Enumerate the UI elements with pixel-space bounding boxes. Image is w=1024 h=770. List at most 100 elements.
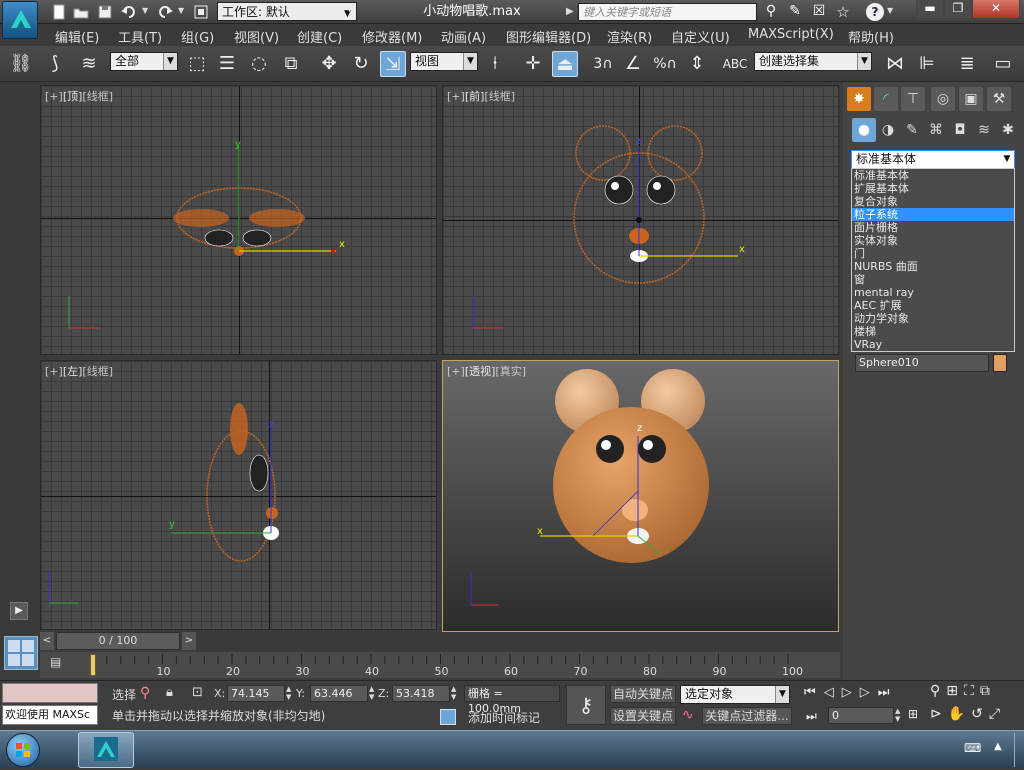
menu-maxscript[interactable]: MAXScript(X): [748, 27, 834, 42]
current-frame-field[interactable]: 0: [828, 707, 894, 724]
save-icon[interactable]: [96, 3, 114, 21]
viewport-label[interactable]: [+][左][线框]: [45, 363, 113, 379]
time-tag-icon[interactable]: [440, 709, 456, 725]
vp-plus[interactable]: [+]: [45, 90, 63, 103]
maximize-viewport-icon[interactable]: ⤢: [989, 706, 1006, 722]
scale-icon[interactable]: ⇲: [380, 51, 406, 77]
exchange-icon[interactable]: ☒: [810, 3, 828, 21]
menu-modifiers[interactable]: 修改器(M): [362, 27, 422, 46]
cameras-category-icon[interactable]: ⌘: [924, 118, 948, 142]
redo-icon[interactable]: [156, 3, 174, 21]
snaps-toggle-icon[interactable]: 3∩: [590, 51, 616, 77]
menu-tools[interactable]: 工具(T): [118, 27, 162, 46]
maxscript-mini-listener[interactable]: 欢迎使用 MAXSc: [2, 705, 98, 725]
help-dropdown-icon[interactable]: ▼: [887, 6, 893, 15]
expand-panel-icon[interactable]: ▶: [10, 602, 28, 620]
shapes-category-icon[interactable]: ◑: [876, 118, 900, 142]
menu-create[interactable]: 创建(C): [297, 27, 342, 46]
play-icon[interactable]: ▷: [842, 685, 860, 700]
auto-key-button[interactable]: 自动关键点: [610, 685, 676, 703]
category-option[interactable]: VRay: [852, 338, 1014, 351]
expand-arrow-icon[interactable]: ▶: [566, 6, 574, 17]
time-slider[interactable]: < 0 / 100 >: [40, 632, 840, 650]
goto-end-icon[interactable]: ⏭: [878, 685, 898, 700]
category-option[interactable]: mental ray: [852, 286, 1014, 299]
taskbar-3dsmax-button[interactable]: [78, 732, 134, 768]
zoom-extents-all-icon[interactable]: ⧉: [980, 683, 996, 699]
utilities-tab-icon[interactable]: ⚒: [987, 87, 1011, 111]
viewport-perspective[interactable]: [+][透视][真实] x z: [442, 360, 839, 632]
object-color-swatch[interactable]: [993, 354, 1007, 372]
next-frame-arrow-icon[interactable]: >: [182, 632, 196, 650]
workspace-dropdown[interactable]: 工作区: 默认 ▼: [217, 2, 357, 21]
frame-spinner-icon[interactable]: ▲ ▼: [895, 707, 900, 723]
category-option[interactable]: 粒子系统: [852, 208, 1014, 221]
angle-snap-icon[interactable]: ∠: [620, 51, 646, 77]
spinner-snap-icon[interactable]: ⇕: [684, 51, 710, 77]
goto-start-icon[interactable]: ⏮: [804, 685, 824, 700]
category-option[interactable]: AEC 扩展: [852, 299, 1014, 312]
systems-category-icon[interactable]: ✱: [996, 118, 1020, 142]
binoculars-icon[interactable]: ⚲: [762, 3, 780, 21]
reference-coordinate-dropdown[interactable]: 视图 ▼: [410, 52, 478, 71]
viewport-label[interactable]: [+][前][线框]: [447, 88, 515, 104]
zoom-extents-icon[interactable]: ⛶: [964, 683, 980, 699]
help-icon[interactable]: ?: [866, 3, 884, 21]
minimize-button[interactable]: ▬: [916, 0, 944, 19]
move-icon[interactable]: ✥: [316, 51, 342, 77]
menu-animation[interactable]: 动画(A): [441, 27, 486, 46]
object-name-field[interactable]: Sphere010: [855, 354, 989, 372]
vp-plus[interactable]: [+]: [447, 90, 465, 103]
vp-name[interactable]: [顶]: [63, 90, 83, 103]
redo-dropdown-icon[interactable]: ▼: [178, 6, 184, 15]
maximize-button[interactable]: ❐: [944, 0, 972, 19]
next-key-icon[interactable]: ▷: [860, 685, 878, 700]
create-tab-icon[interactable]: ✸: [847, 87, 871, 111]
prev-frame-arrow-icon[interactable]: <: [40, 632, 54, 650]
keyboard-shortcut-icon[interactable]: ⏏: [552, 51, 578, 77]
unlink-icon[interactable]: ⟆: [42, 51, 68, 77]
key-filters-button[interactable]: 关键点过滤器...: [702, 707, 792, 725]
open-folder-icon[interactable]: [72, 3, 90, 21]
set-key-button[interactable]: 设置关键点: [610, 707, 676, 725]
x-coord-field[interactable]: 74.145: [227, 685, 285, 702]
pivot-center-icon[interactable]: ⍿: [482, 51, 508, 77]
edit-named-sets-icon[interactable]: ABC: [722, 51, 748, 77]
new-file-icon[interactable]: [50, 3, 68, 21]
vp-mode[interactable]: [线框]: [82, 365, 113, 378]
key-mode-toggle-icon[interactable]: ⏭: [806, 709, 817, 724]
select-manipulate-icon[interactable]: ✛: [520, 51, 546, 77]
category-option[interactable]: 标准基本体: [852, 169, 1014, 182]
category-option[interactable]: 面片栅格: [852, 221, 1014, 234]
menu-edit[interactable]: 编辑(E): [55, 27, 99, 46]
hierarchy-tab-icon[interactable]: ⊤: [901, 87, 925, 111]
lights-category-icon[interactable]: ✎: [900, 118, 924, 142]
display-tab-icon[interactable]: ▣: [959, 87, 983, 111]
vp-name[interactable]: [左]: [63, 365, 83, 378]
absolute-mode-icon[interactable]: ⊡: [192, 685, 203, 700]
align-icon[interactable]: ⊫: [914, 51, 940, 77]
menu-help[interactable]: 帮助(H): [848, 27, 894, 46]
object-category-dropdown[interactable]: 标准基本体 ▼: [851, 150, 1015, 169]
y-coord-field[interactable]: 63.446: [310, 685, 368, 702]
layer-manager-icon[interactable]: ≣: [954, 51, 980, 77]
current-frame-marker[interactable]: [90, 654, 96, 676]
vp-mode[interactable]: [线框]: [82, 90, 113, 103]
key-mode-dropdown[interactable]: 选定对象 ▼: [680, 685, 790, 704]
pan-hand-icon[interactable]: ✋: [948, 706, 971, 722]
vp-plus[interactable]: [+]: [447, 365, 465, 378]
field-of-view-icon[interactable]: ⊳: [930, 706, 948, 722]
modify-tab-icon[interactable]: ◜: [874, 87, 898, 111]
undo-icon[interactable]: [120, 3, 138, 21]
viewport-layout-icon[interactable]: [4, 636, 38, 670]
spacewarps-category-icon[interactable]: ≋: [972, 118, 996, 142]
isolate-icon[interactable]: ⚲: [140, 685, 150, 701]
curve-editor-icon[interactable]: ▤: [50, 655, 74, 671]
category-option[interactable]: 扩展基本体: [852, 182, 1014, 195]
undo-dropdown-icon[interactable]: ▼: [142, 6, 148, 15]
vp-mode[interactable]: [真实]: [495, 365, 526, 378]
tools-icon[interactable]: ✎: [786, 3, 804, 21]
category-option[interactable]: 门: [852, 247, 1014, 260]
mirror-icon[interactable]: ⋈: [882, 51, 908, 77]
viewport-top[interactable]: [+][顶][线框] x y: [40, 85, 437, 355]
